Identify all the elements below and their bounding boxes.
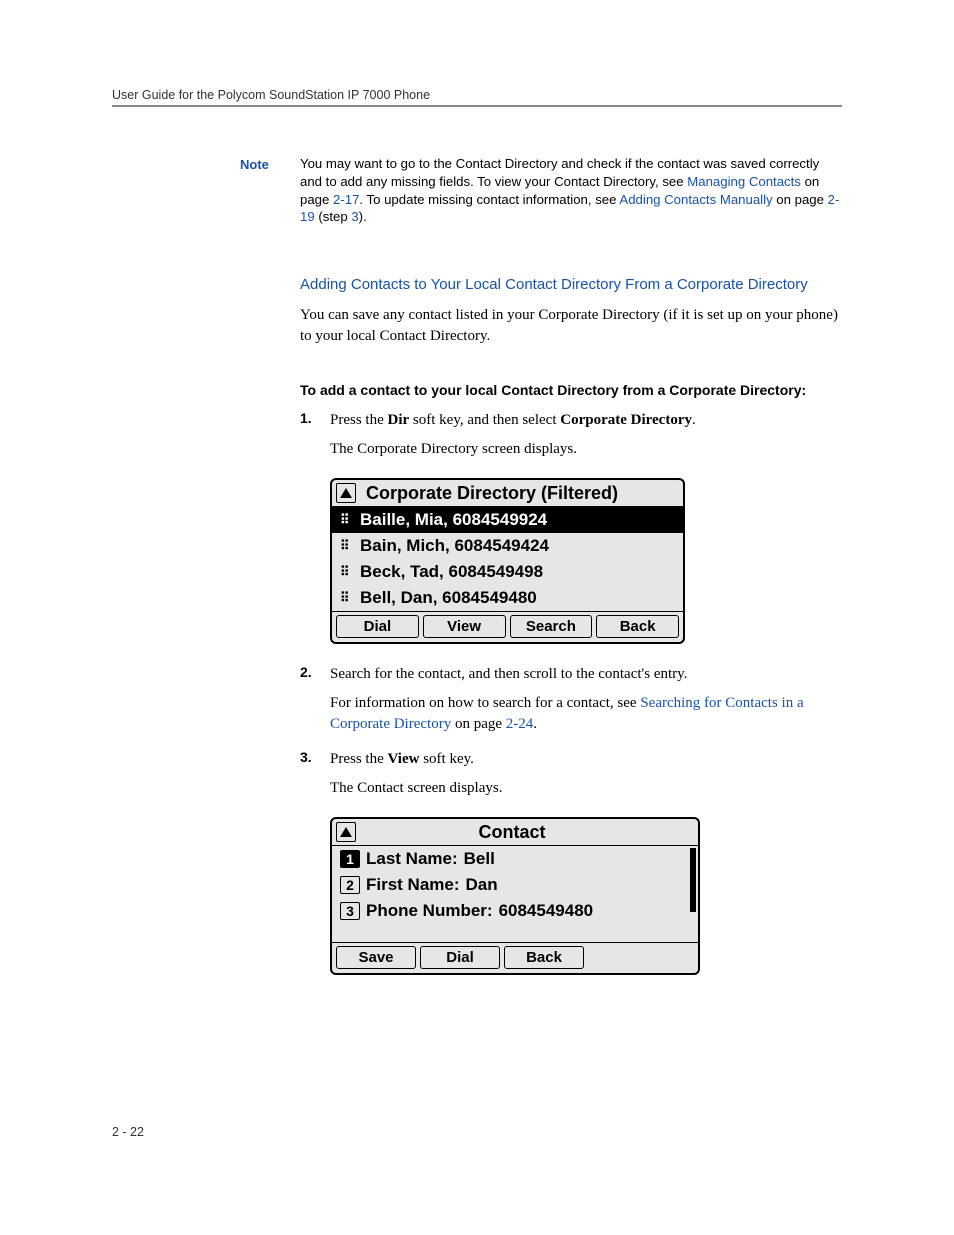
- up-arrow-icon: [336, 483, 356, 503]
- lcd-contact: Contact 1 Last Name: Bell 2 First Name: …: [330, 817, 842, 975]
- lcd2-field-3-label: Phone Number:: [366, 901, 493, 921]
- lcd2-field-1: 1 Last Name: Bell: [332, 846, 698, 872]
- step-2: 2. Search for the contact, and then scro…: [300, 664, 842, 685]
- step-1-number: 1.: [300, 410, 330, 431]
- drag-handle-icon: ⠿: [340, 516, 354, 523]
- link-step-3[interactable]: 3: [351, 209, 358, 224]
- lcd1-scrollbar: [675, 509, 681, 609]
- step-2-body: Search for the contact, and then scroll …: [330, 664, 842, 685]
- page-number: 2 - 22: [112, 1125, 144, 1139]
- step-3-body: Press the View soft key.: [330, 749, 842, 770]
- lcd1-row-2: ⠿ Bain, Mich, 6084549424: [332, 533, 683, 559]
- section-intro: You can save any contact listed in your …: [300, 305, 842, 346]
- step-1-body: Press the Dir soft key, and then select …: [330, 410, 842, 431]
- lcd1-list: ⠿ Baille, Mia, 6084549924 ⠿ Bain, Mich, …: [332, 506, 683, 611]
- softkey-dial: Dial: [336, 615, 419, 638]
- lcd1-title: Corporate Directory (Filtered): [366, 483, 618, 504]
- step-3: 3. Press the View soft key.: [300, 749, 842, 770]
- link-adding-contacts-manually[interactable]: Adding Contacts Manually: [619, 192, 772, 207]
- lcd2-body: 1 Last Name: Bell 2 First Name: Dan 3 Ph…: [332, 845, 698, 942]
- step-1-a1: Press the: [330, 412, 388, 428]
- step-1-a3: .: [692, 412, 696, 428]
- note-block: Note You may want to go to the Contact D…: [300, 155, 842, 226]
- up-arrow-icon: [336, 822, 356, 842]
- drag-handle-icon: ⠿: [340, 568, 354, 575]
- step-3-a1: Press the: [330, 751, 388, 767]
- lcd1-row-2-text: Bain, Mich, 6084549424: [360, 536, 549, 556]
- lcd2-field-2-value: Dan: [466, 875, 498, 895]
- softkey-save: Save: [336, 946, 416, 969]
- field-num-1: 1: [340, 850, 360, 868]
- section-heading: Adding Contacts to Your Local Contact Di…: [300, 276, 842, 293]
- softkey-back: Back: [596, 615, 679, 638]
- note-text-4: on page: [773, 192, 828, 207]
- step-3-b1: View: [388, 751, 420, 767]
- step-2-sub-b: on page: [451, 716, 506, 732]
- lcd1-row-1: ⠿ Baille, Mia, 6084549924: [332, 507, 683, 533]
- step-1-a2: soft key, and then select: [409, 412, 560, 428]
- softkey-view: View: [423, 615, 506, 638]
- note-text-3: . To update missing contact information,…: [359, 192, 619, 207]
- step-1-b2: Corporate Directory: [560, 412, 692, 428]
- lcd2-field-2: 2 First Name: Dan: [332, 872, 698, 898]
- lcd1-titlebar: Corporate Directory (Filtered): [332, 480, 683, 506]
- link-page-2-24[interactable]: 2-24: [506, 716, 534, 732]
- note-text-6: ).: [359, 209, 367, 224]
- lcd1-row-4-text: Bell, Dan, 6084549480: [360, 588, 537, 608]
- lcd1-row-4: ⠿ Bell, Dan, 6084549480: [332, 585, 683, 611]
- lcd2-scrollbar: [690, 848, 696, 940]
- lcd2-titlebar: Contact: [332, 819, 698, 845]
- step-1-sub: The Corporate Directory screen displays.: [330, 439, 842, 460]
- lcd2-field-1-value: Bell: [464, 849, 495, 869]
- softkey-dial: Dial: [420, 946, 500, 969]
- note-text-5: (step: [315, 209, 352, 224]
- step-3-sub: The Contact screen displays.: [330, 778, 842, 799]
- step-2-sub: For information on how to search for a c…: [330, 693, 842, 735]
- drag-handle-icon: ⠿: [340, 542, 354, 549]
- softkey-back: Back: [504, 946, 584, 969]
- step-2-sub-a: For information on how to search for a c…: [330, 695, 640, 711]
- running-header: User Guide for the Polycom SoundStation …: [112, 88, 842, 102]
- step-1: 1. Press the Dir soft key, and then sele…: [300, 410, 842, 431]
- note-label: Note: [240, 157, 269, 172]
- step-3-a2: soft key.: [419, 751, 473, 767]
- step-2-number: 2.: [300, 664, 330, 685]
- drag-handle-icon: ⠿: [340, 594, 354, 601]
- lcd2-softkeys: Save Dial Back: [332, 942, 698, 973]
- header-rule: [112, 105, 842, 107]
- lcd2-field-3-value: 6084549480: [499, 901, 594, 921]
- lcd2-field-1-label: Last Name:: [366, 849, 458, 869]
- lcd1-row-1-text: Baille, Mia, 6084549924: [360, 510, 547, 530]
- note-text: You may want to go to the Contact Direct…: [300, 155, 842, 226]
- field-num-3: 3: [340, 902, 360, 920]
- step-3-number: 3.: [300, 749, 330, 770]
- link-page-2-17[interactable]: 2-17: [333, 192, 359, 207]
- field-num-2: 2: [340, 876, 360, 894]
- lcd1-softkeys: Dial View Search Back: [332, 611, 683, 642]
- softkey-search: Search: [510, 615, 593, 638]
- lcd2-title: Contact: [356, 822, 690, 843]
- lcd1-row-3-text: Beck, Tad, 6084549498: [360, 562, 543, 582]
- procedure-heading: To add a contact to your local Contact D…: [300, 382, 842, 398]
- step-2-sub-c: .: [533, 716, 537, 732]
- lcd-corporate-directory: Corporate Directory (Filtered) ⠿ Baille,…: [330, 478, 842, 644]
- step-1-b1: Dir: [388, 412, 410, 428]
- lcd2-field-2-label: First Name:: [366, 875, 460, 895]
- link-managing-contacts[interactable]: Managing Contacts: [687, 174, 801, 189]
- lcd1-row-3: ⠿ Beck, Tad, 6084549498: [332, 559, 683, 585]
- lcd2-field-3: 3 Phone Number: 6084549480: [332, 898, 698, 924]
